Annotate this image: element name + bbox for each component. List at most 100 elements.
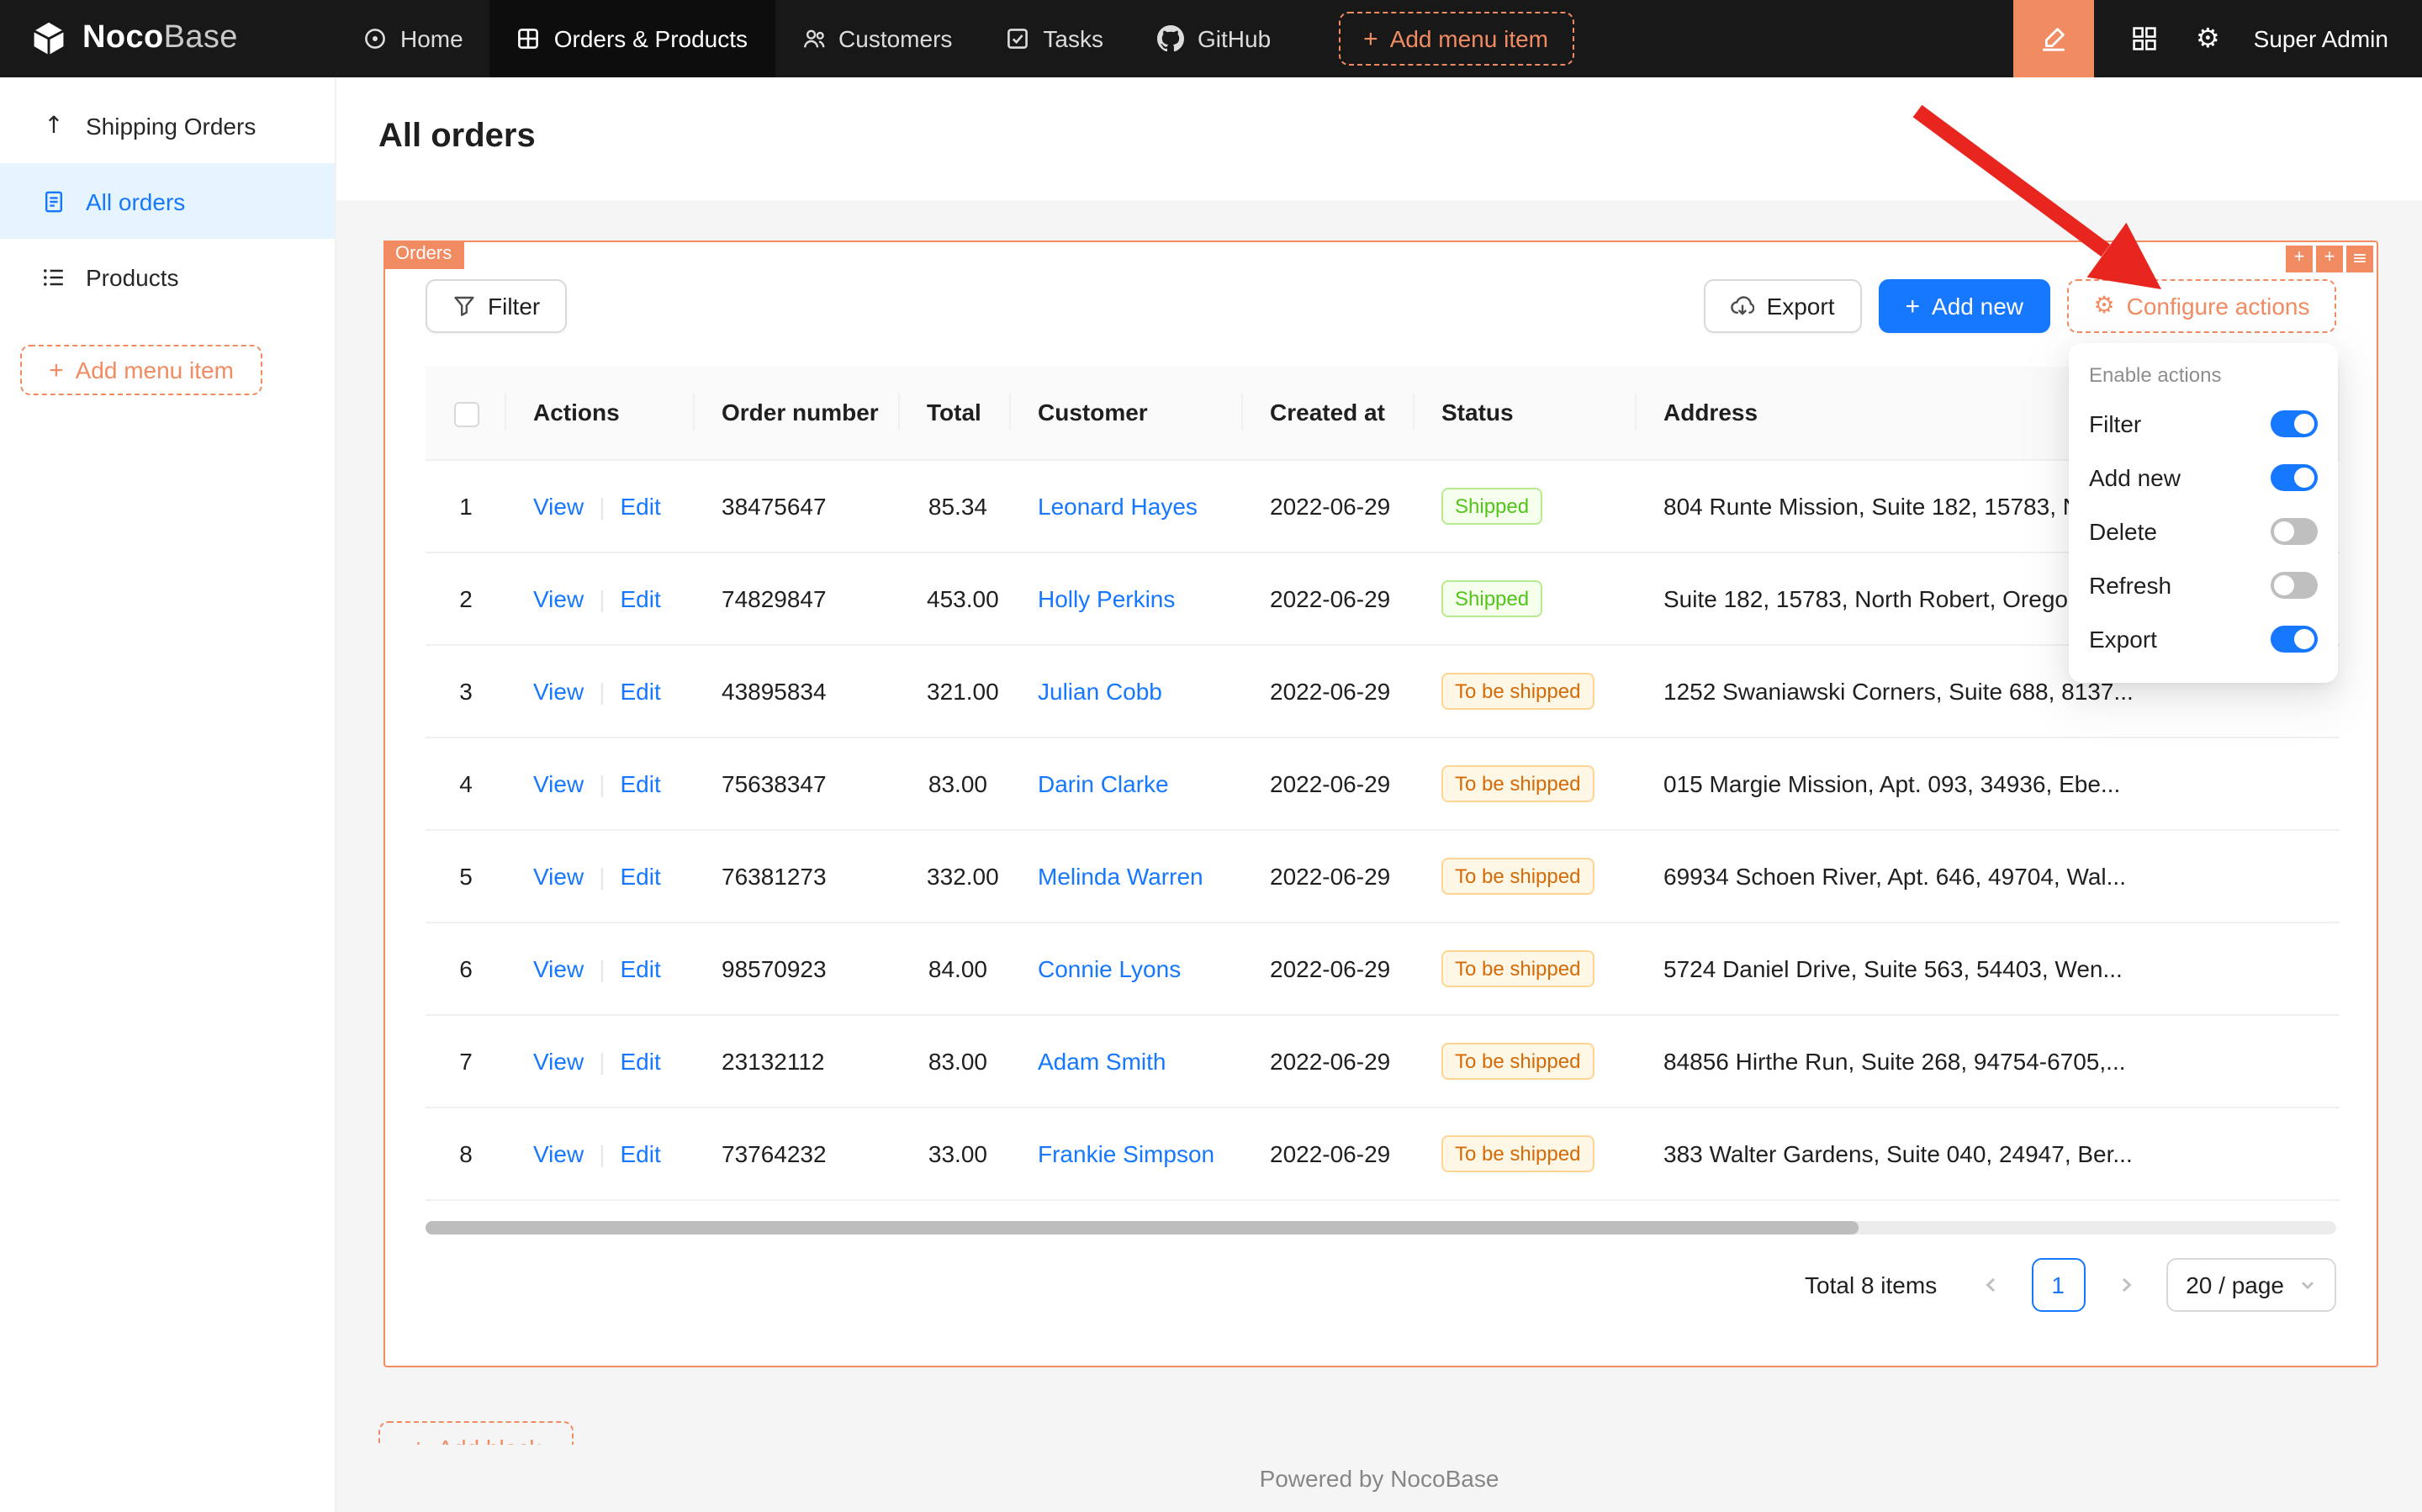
table-row: 4 View|Edit 75638347 83.00 Darin Clarke … (426, 737, 2340, 829)
nav-item-tasks[interactable]: Tasks (979, 0, 1130, 77)
customer-link[interactable]: Connie Lyons (1038, 954, 1181, 981)
filter-toggle[interactable] (2271, 410, 2318, 437)
nocobase-logo[interactable]: NocoBase (0, 20, 336, 57)
orders-table: Actions Order number Total Customer Crea… (426, 367, 2340, 1200)
menu-item-export[interactable]: Export (2089, 612, 2318, 666)
edit-link[interactable]: Edit (620, 677, 660, 704)
edit-link[interactable]: Edit (620, 954, 660, 981)
sidebar-item-shipping-orders[interactable]: ↑ Shipping Orders (0, 87, 335, 163)
table-row: 5 View|Edit 76381273 332.00 Melinda Warr… (426, 829, 2340, 922)
menu-item-delete[interactable]: Delete (2089, 505, 2318, 558)
plus-icon: + (411, 1435, 426, 1445)
configure-actions-button[interactable]: ⚙ Configure actions (2067, 279, 2336, 333)
add-new-toggle[interactable] (2271, 464, 2318, 491)
nav-item-customers[interactable]: Customers (775, 0, 979, 77)
export-button[interactable]: Export (1705, 279, 1862, 333)
page-size-select[interactable]: 20 / page (2166, 1257, 2336, 1311)
page-size-value: 20 / page (2186, 1271, 2284, 1298)
table-toolbar: Filter Export + Add new ⚙ (385, 242, 2377, 333)
add-menu-item-label: Add menu item (1390, 25, 1548, 52)
column-header-customer: Customer (1011, 367, 1243, 459)
chevron-right-icon (2115, 1274, 2135, 1294)
view-link[interactable]: View (533, 769, 584, 796)
view-link[interactable]: View (533, 584, 584, 611)
row-index: 7 (426, 1014, 506, 1107)
export-toggle[interactable] (2271, 626, 2318, 653)
nav-item-github[interactable]: GitHub (1130, 0, 1298, 77)
edit-link[interactable]: Edit (620, 769, 660, 796)
add-new-label: Add new (1932, 293, 2023, 320)
navbar-right: ⚙ Super Admin (2014, 0, 2422, 77)
nav-item-home[interactable]: Home (336, 0, 490, 77)
settings-button[interactable]: ⚙ (2196, 25, 2220, 52)
menu-item-refresh[interactable]: Refresh (2089, 558, 2318, 612)
created-at-cell: 2022-06-29 (1243, 1014, 1415, 1107)
edit-link[interactable]: Edit (620, 1047, 660, 1074)
row-index: 5 (426, 829, 506, 922)
page-header: All orders (336, 77, 2422, 200)
block-tag: Orders (383, 241, 463, 269)
sidebar-item-products[interactable]: Products (0, 239, 335, 315)
customer-link[interactable]: Leonard Hayes (1038, 492, 1198, 519)
customer-link[interactable]: Adam Smith (1038, 1047, 1166, 1074)
drag-menu-icon[interactable]: ≡ (2346, 246, 2373, 272)
plus-icon: + (49, 357, 64, 383)
view-link[interactable]: View (533, 677, 584, 704)
toggle-knob (2294, 468, 2314, 488)
menu-title: Enable actions (2089, 357, 2318, 397)
list-icon (40, 265, 67, 288)
navbar-add-menu-item-button[interactable]: + Add menu item (1338, 12, 1573, 66)
status-cell: Shipped (1415, 552, 1637, 644)
total-cell: 33.00 (900, 1107, 1011, 1199)
customer-link[interactable]: Frankie Simpson (1038, 1139, 1214, 1166)
scrollbar-thumb[interactable] (426, 1220, 1859, 1234)
sidebar-add-menu-item-button[interactable]: + Add menu item (20, 345, 262, 395)
menu-item-add-new[interactable]: Add new (2089, 451, 2318, 505)
status-badge: To be shipped (1441, 1042, 1594, 1079)
add-block-above-icon[interactable]: + (2286, 246, 2313, 272)
row-index: 1 (426, 459, 506, 552)
menu-item-label: Export (2089, 626, 2157, 653)
edit-link[interactable]: Edit (620, 862, 660, 889)
nav-item-orders-products[interactable]: Orders & Products (490, 0, 775, 77)
plugin-manager-button[interactable] (2132, 25, 2159, 52)
total-cell: 83.00 (900, 737, 1011, 829)
page-1-button[interactable]: 1 (2031, 1257, 2085, 1311)
customer-cell: Connie Lyons (1011, 922, 1243, 1014)
ui-editor-button[interactable] (2014, 0, 2095, 77)
view-link[interactable]: View (533, 1047, 584, 1074)
user-menu[interactable]: Super Admin (2254, 25, 2388, 52)
add-new-button[interactable]: + Add new (1879, 279, 2051, 333)
view-link[interactable]: View (533, 862, 584, 889)
customer-cell: Melinda Warren (1011, 829, 1243, 922)
add-block-button[interactable]: + Add block (378, 1421, 574, 1445)
customer-link[interactable]: Darin Clarke (1038, 769, 1169, 796)
created-at-cell: 2022-06-29 (1243, 737, 1415, 829)
view-link[interactable]: View (533, 954, 584, 981)
view-link[interactable]: View (533, 492, 584, 519)
prev-page-button[interactable] (1964, 1257, 2017, 1311)
column-header-select (426, 367, 506, 459)
refresh-toggle[interactable] (2271, 572, 2318, 599)
customer-link[interactable]: Melinda Warren (1038, 862, 1203, 889)
filter-button[interactable]: Filter (426, 279, 567, 333)
customer-link[interactable]: Julian Cobb (1038, 677, 1162, 704)
row-index: 2 (426, 552, 506, 644)
table-row: 1 View|Edit 38475647 85.34 Leonard Hayes… (426, 459, 2340, 552)
customer-link[interactable]: Holly Perkins (1038, 584, 1175, 611)
edit-link[interactable]: Edit (620, 584, 660, 611)
add-column-icon[interactable]: + (2316, 246, 2343, 272)
next-page-button[interactable] (2098, 1257, 2152, 1311)
select-all-checkbox[interactable] (453, 401, 479, 426)
row-index: 6 (426, 922, 506, 1014)
plus-icon: + (1363, 26, 1378, 51)
view-link[interactable]: View (533, 1139, 584, 1166)
filter-icon (452, 294, 476, 318)
menu-item-filter[interactable]: Filter (2089, 397, 2318, 451)
sidebar-item-label: All orders (86, 188, 185, 214)
edit-link[interactable]: Edit (620, 1139, 660, 1166)
customer-cell: Leonard Hayes (1011, 459, 1243, 552)
delete-toggle[interactable] (2271, 518, 2318, 545)
sidebar-item-all-orders[interactable]: All orders (0, 163, 335, 239)
edit-link[interactable]: Edit (620, 492, 660, 519)
